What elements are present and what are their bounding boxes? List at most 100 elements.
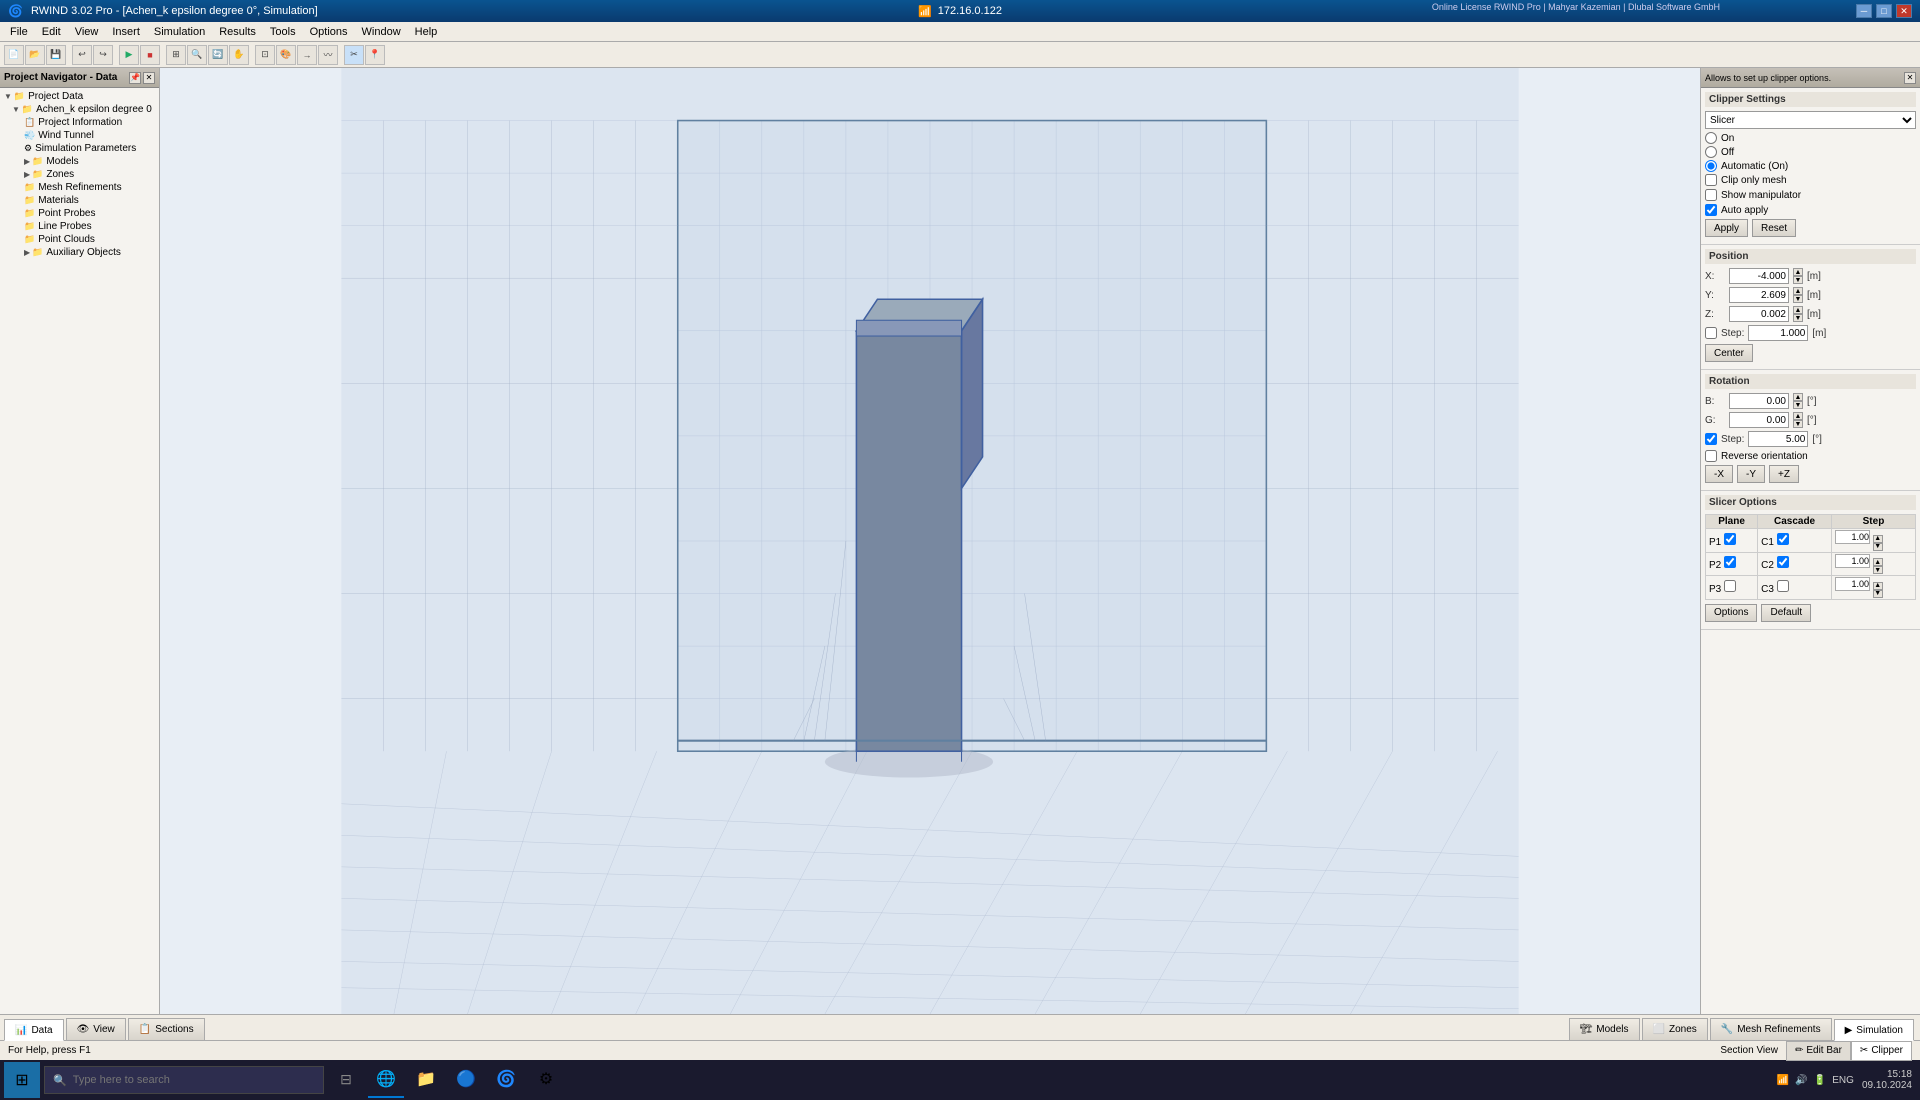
nav-pin-button[interactable]: 📌 <box>129 72 141 84</box>
menu-edit[interactable]: Edit <box>36 24 67 40</box>
g-spin-down[interactable]: ▼ <box>1793 420 1803 428</box>
taskview-button[interactable]: ⊟ <box>328 1062 364 1098</box>
step3-down[interactable]: ▼ <box>1873 590 1883 598</box>
tree-project-info[interactable]: 📋 Project Information <box>0 116 159 129</box>
probe-button[interactable]: 📍 <box>365 45 385 65</box>
contour-button[interactable]: 🎨 <box>276 45 296 65</box>
g-spin-up[interactable]: ▲ <box>1793 412 1803 420</box>
rot-step-input[interactable] <box>1748 431 1808 447</box>
tab-models[interactable]: 🏗 Models <box>1569 1018 1640 1040</box>
zoom-fit-button[interactable]: ⊞ <box>166 45 186 65</box>
z-spin-down[interactable]: ▼ <box>1793 314 1803 322</box>
step2-input[interactable] <box>1835 554 1870 568</box>
tab-view[interactable]: 👁 View <box>66 1018 126 1040</box>
menu-options[interactable]: Options <box>304 24 354 40</box>
rotation-b-input[interactable] <box>1729 393 1789 409</box>
tree-project-data[interactable]: ▼ 📁 Project Data <box>0 90 159 103</box>
tree-models[interactable]: ▶ 📁 Models <box>0 155 159 168</box>
default-button[interactable]: Default <box>1761 604 1811 622</box>
apply-button[interactable]: Apply <box>1705 219 1748 237</box>
step2-up[interactable]: ▲ <box>1873 558 1883 566</box>
viewport[interactable] <box>160 68 1700 1014</box>
x-spin-down[interactable]: ▼ <box>1793 276 1803 284</box>
show-manipulator-checkbox[interactable] <box>1705 189 1717 201</box>
neg-x-button[interactable]: -X <box>1705 465 1733 483</box>
step2-down[interactable]: ▼ <box>1873 566 1883 574</box>
start-button[interactable]: ⊞ <box>4 1062 40 1098</box>
edge-button[interactable]: 🌐 <box>368 1062 404 1098</box>
zoom-in-button[interactable]: 🔍 <box>187 45 207 65</box>
pos-z-button[interactable]: +Z <box>1769 465 1799 483</box>
step1-down[interactable]: ▼ <box>1873 543 1883 551</box>
c2-checkbox[interactable] <box>1777 556 1789 568</box>
p2-checkbox[interactable] <box>1724 556 1736 568</box>
undo-button[interactable]: ↩ <box>72 45 92 65</box>
minimize-button[interactable]: ─ <box>1856 4 1872 18</box>
menu-results[interactable]: Results <box>213 24 262 40</box>
neg-y-button[interactable]: -Y <box>1737 465 1765 483</box>
clipper-button[interactable]: ✂ <box>344 45 364 65</box>
pan-button[interactable]: ✋ <box>229 45 249 65</box>
menu-view[interactable]: View <box>69 24 105 40</box>
rotate-button[interactable]: 🔄 <box>208 45 228 65</box>
p3-checkbox[interactable] <box>1724 580 1736 592</box>
step-input[interactable] <box>1748 325 1808 341</box>
tree-materials[interactable]: 📁 Materials <box>0 194 159 207</box>
p1-checkbox[interactable] <box>1724 533 1736 545</box>
menu-tools[interactable]: Tools <box>264 24 302 40</box>
b-spin-down[interactable]: ▼ <box>1793 401 1803 409</box>
clipper-off-radio[interactable] <box>1705 146 1717 158</box>
c3-checkbox[interactable] <box>1777 580 1789 592</box>
menu-help[interactable]: Help <box>409 24 444 40</box>
edit-bar-tab[interactable]: ✏ Edit Bar <box>1786 1041 1851 1061</box>
clip-only-mesh-checkbox[interactable] <box>1705 174 1717 186</box>
clipper-type-select[interactable]: Slicer Box Sphere <box>1705 111 1916 129</box>
c1-checkbox[interactable] <box>1777 533 1789 545</box>
new-button[interactable]: 📄 <box>4 45 24 65</box>
redo-button[interactable]: ↪ <box>93 45 113 65</box>
mesh-button[interactable]: ⊡ <box>255 45 275 65</box>
tab-mesh-refinements[interactable]: 🔧 Mesh Refinements <box>1710 1018 1832 1040</box>
menu-insert[interactable]: Insert <box>106 24 146 40</box>
y-spin-up[interactable]: ▲ <box>1793 287 1803 295</box>
tree-point-probes[interactable]: 📁 Point Probes <box>0 207 159 220</box>
center-button[interactable]: Center <box>1705 344 1753 362</box>
save-button[interactable]: 💾 <box>46 45 66 65</box>
nav-close-button[interactable]: ✕ <box>143 72 155 84</box>
reverse-orientation-checkbox[interactable] <box>1705 450 1717 462</box>
explorer-button[interactable]: 📁 <box>408 1062 444 1098</box>
vector-button[interactable]: → <box>297 45 317 65</box>
y-spin-down[interactable]: ▼ <box>1793 295 1803 303</box>
open-button[interactable]: 📂 <box>25 45 45 65</box>
step3-up[interactable]: ▲ <box>1873 582 1883 590</box>
tab-data[interactable]: 📊 Data <box>4 1019 64 1041</box>
step1-up[interactable]: ▲ <box>1873 535 1883 543</box>
clipper-tab[interactable]: ✂ Clipper <box>1851 1041 1912 1061</box>
tab-simulation[interactable]: ▶ Simulation <box>1834 1019 1914 1041</box>
settings-button[interactable]: ⚙ <box>528 1062 564 1098</box>
stop-button[interactable]: ■ <box>140 45 160 65</box>
menu-file[interactable]: File <box>4 24 34 40</box>
taskbar-search[interactable]: 🔍 <box>44 1066 324 1094</box>
tree-wind-tunnel[interactable]: 💨 Wind Tunnel <box>0 129 159 142</box>
tree-auxiliary-objects[interactable]: ▶ 📁 Auxiliary Objects <box>0 246 159 259</box>
tree-zones[interactable]: ▶ 📁 Zones <box>0 168 159 181</box>
position-z-input[interactable] <box>1729 306 1789 322</box>
chrome-button[interactable]: 🔵 <box>448 1062 484 1098</box>
close-button[interactable]: ✕ <box>1896 4 1912 18</box>
b-spin-up[interactable]: ▲ <box>1793 393 1803 401</box>
position-x-input[interactable] <box>1729 268 1789 284</box>
rwind-button[interactable]: 🌀 <box>488 1062 524 1098</box>
tree-achen[interactable]: ▼ 📁 Achen_k epsilon degree 0 <box>0 103 159 116</box>
search-input[interactable] <box>73 1074 293 1086</box>
rotation-g-input[interactable] <box>1729 412 1789 428</box>
step-checkbox[interactable] <box>1705 327 1717 339</box>
step1-input[interactable] <box>1835 530 1870 544</box>
right-panel-close-button[interactable]: ✕ <box>1904 72 1916 84</box>
options-button[interactable]: Options <box>1705 604 1757 622</box>
auto-apply-checkbox[interactable] <box>1705 204 1717 216</box>
isoline-button[interactable]: 〰 <box>318 45 338 65</box>
menu-window[interactable]: Window <box>356 24 407 40</box>
step3-input[interactable] <box>1835 577 1870 591</box>
clipper-auto-radio[interactable] <box>1705 160 1717 172</box>
